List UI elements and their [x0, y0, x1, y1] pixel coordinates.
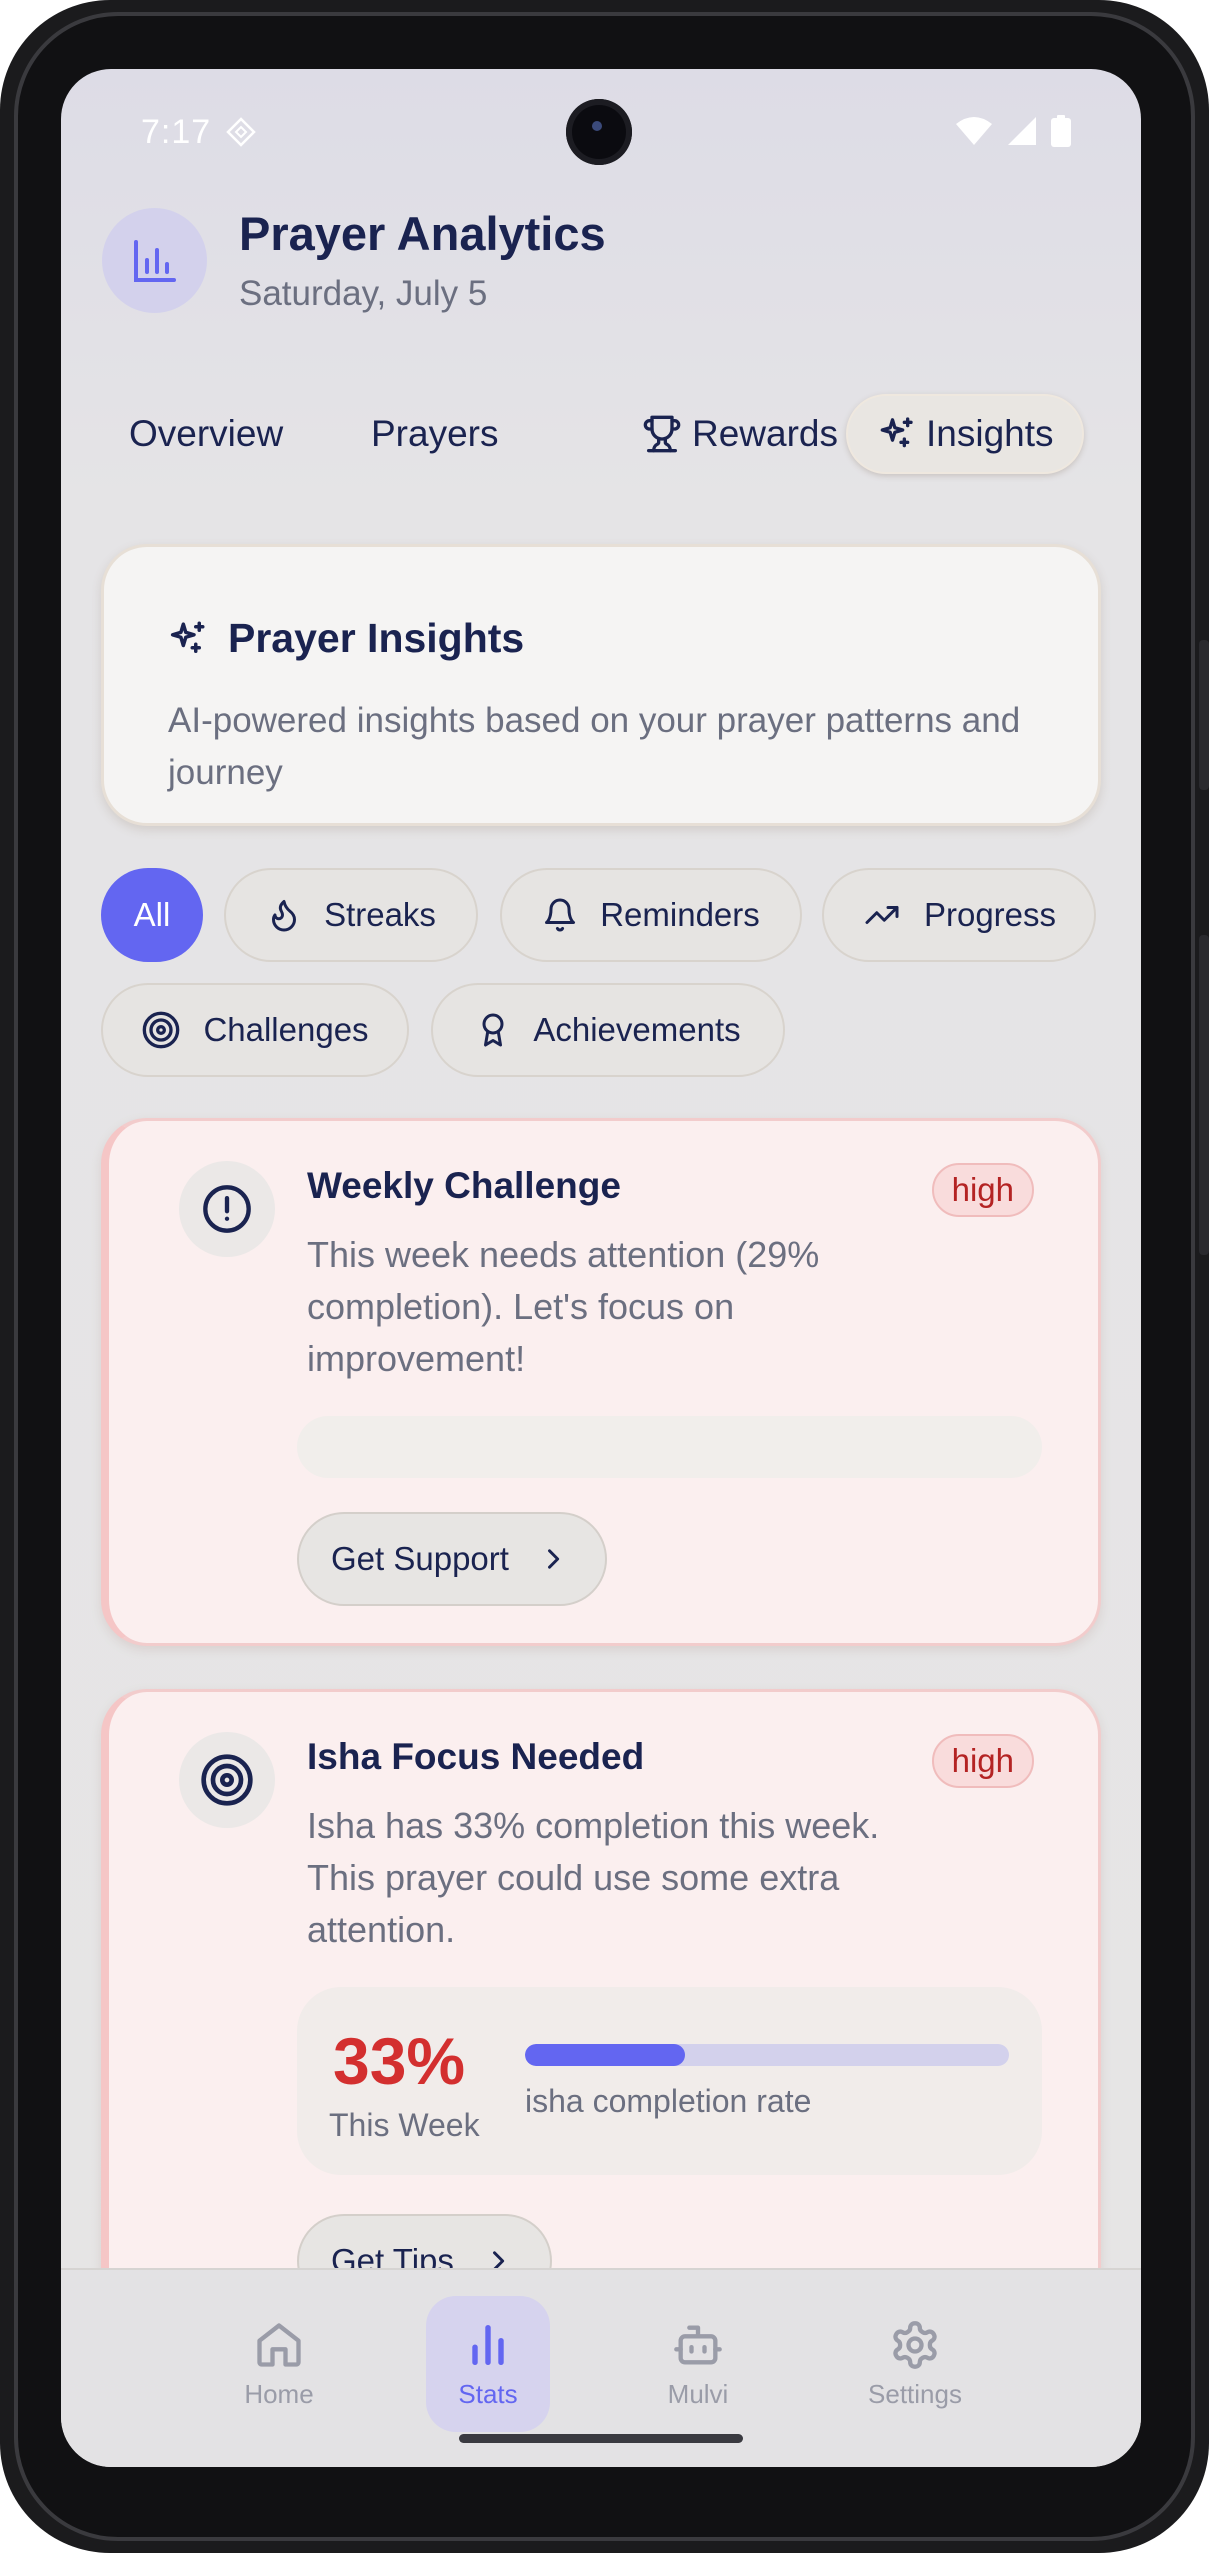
sparkles-icon [166, 618, 208, 660]
filter-chip-progress[interactable]: Progress [822, 868, 1096, 962]
nav-label: Home [244, 2378, 314, 2409]
tab-label: Insights [926, 413, 1054, 454]
nav-item-home[interactable]: Home [217, 2296, 341, 2432]
insights-description: AI-powered insights based on your prayer… [168, 701, 1021, 792]
status-time: 7:17 [141, 113, 212, 151]
flame-icon [266, 897, 302, 933]
filter-chip-all[interactable]: All [101, 868, 203, 962]
insights-intro-card: Prayer Insights AI-powered insights base… [101, 544, 1101, 826]
filter-chip-streaks[interactable]: Streaks [224, 868, 478, 962]
filter-chip-challenges[interactable]: Challenges [101, 983, 409, 1077]
tab-overview[interactable]: Overview [101, 394, 311, 474]
location-diamond-icon [226, 117, 256, 147]
insight-description: Isha has 33% completion this week. This … [307, 1805, 880, 1950]
completion-progress-bar [525, 2044, 1009, 2066]
insight-title: Isha Focus Needed [307, 1736, 645, 1777]
stat-caption: isha completion rate [525, 2083, 812, 2119]
bottom-navigation: Home Stats Mulvi Settings [61, 2268, 1141, 2467]
completion-progress-fill [525, 2044, 685, 2066]
status-icons [955, 115, 1071, 147]
home-indicator[interactable] [459, 2434, 743, 2443]
insight-icon-wrap [179, 1161, 275, 1257]
page-date: Saturday, July 5 [239, 274, 488, 313]
home-icon [253, 2319, 305, 2371]
chip-label: Streaks [324, 896, 436, 933]
signal-icon [1007, 116, 1037, 146]
nav-label: Mulvi [667, 2378, 729, 2409]
target-icon [141, 1010, 181, 1050]
insights-title: Prayer Insights [228, 615, 525, 661]
battery-icon [1051, 115, 1071, 147]
tab-bar: Overview Prayers Rewards Insights [101, 394, 1101, 474]
stat-period: This Week [329, 2107, 480, 2143]
nav-label: Stats [458, 2378, 518, 2409]
chip-label: Challenges [203, 1011, 369, 1048]
nav-item-stats[interactable]: Stats [426, 2296, 550, 2432]
phone-frame: 7:17 Prayer Analytics Saturday, July 5 O… [0, 0, 1209, 2553]
chip-label: Progress [923, 896, 1057, 933]
tab-label: Rewards [692, 413, 838, 454]
bar-chart-icon [130, 236, 180, 286]
alert-circle-icon [201, 1183, 253, 1235]
completion-stat-box: 33% This Week isha completion rate [297, 1987, 1042, 2175]
priority-badge: high [931, 1163, 1034, 1217]
nav-item-settings[interactable]: Settings [853, 2296, 977, 2432]
get-support-button[interactable]: Get Support [297, 1512, 607, 1606]
progress-track [297, 1416, 1042, 1478]
filter-chip-achievements[interactable]: Achievements [431, 983, 785, 1077]
tab-label: Prayers [371, 413, 499, 454]
award-icon [475, 1010, 511, 1050]
tab-prayers[interactable]: Prayers [343, 394, 526, 474]
chip-label: Reminders [600, 896, 760, 933]
trending-up-icon [862, 897, 902, 933]
chip-label: All [133, 896, 171, 933]
status-bar: 7:17 [61, 69, 1141, 199]
analytics-avatar [102, 208, 207, 313]
filter-chip-reminders[interactable]: Reminders [500, 868, 802, 962]
stat-percentage: 33% [333, 2024, 466, 2098]
app-screen: 7:17 Prayer Analytics Saturday, July 5 O… [61, 69, 1141, 2467]
insight-title: Weekly Challenge [307, 1165, 621, 1206]
bar-chart-icon [462, 2319, 514, 2371]
insight-card-weekly-challenge: Weekly Challenge high This week needs at… [101, 1118, 1101, 1646]
wifi-icon [955, 116, 993, 146]
nav-item-mulvi[interactable]: Mulvi [636, 2296, 760, 2432]
bell-icon [542, 897, 578, 933]
insight-description: This week needs attention (29% completio… [307, 1234, 820, 1379]
trophy-icon [642, 414, 682, 454]
front-camera [566, 99, 632, 165]
chevron-right-icon [539, 1544, 567, 1574]
power-button [1199, 935, 1209, 1255]
volume-button [1199, 640, 1209, 790]
bot-icon [672, 2319, 724, 2371]
nav-label: Settings [868, 2378, 962, 2409]
tab-insights[interactable]: Insights [846, 394, 1084, 474]
tab-label: Overview [129, 413, 284, 454]
sparkles-icon [876, 414, 916, 454]
insight-icon-wrap [179, 1732, 275, 1828]
tab-rewards[interactable]: Rewards [642, 394, 838, 474]
chip-label: Achievements [533, 1011, 741, 1048]
priority-badge: high [931, 1734, 1034, 1788]
insight-card-isha-focus: Isha Focus Needed high Isha has 33% comp… [101, 1689, 1101, 2329]
gear-icon [889, 2319, 941, 2371]
target-icon [199, 1752, 255, 1808]
button-label: Get Support [331, 1540, 509, 1577]
page-title: Prayer Analytics [239, 207, 606, 260]
